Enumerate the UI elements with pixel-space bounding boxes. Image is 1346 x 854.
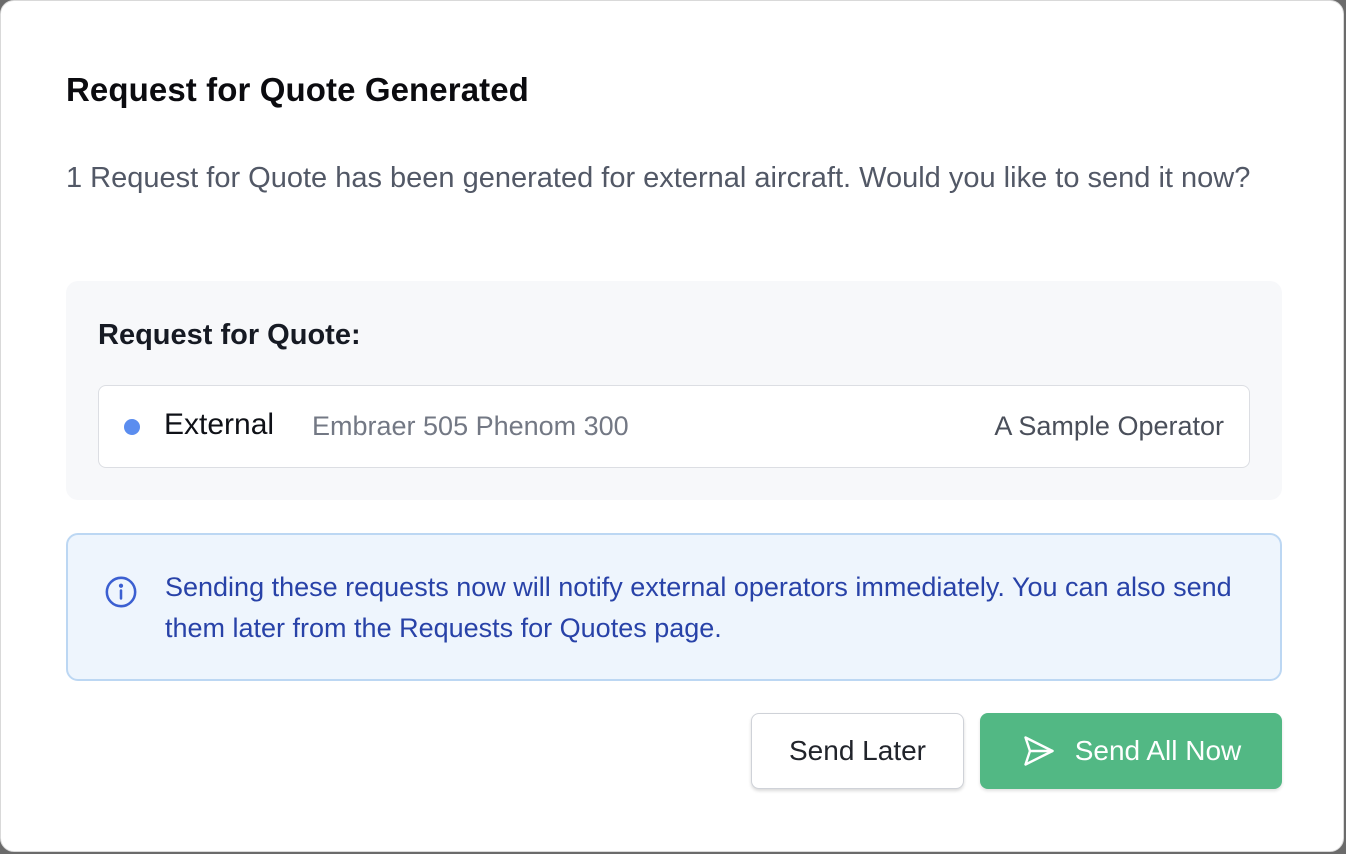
rfq-panel: Request for Quote: External Embraer 505 … xyxy=(66,281,1282,500)
info-notice-text: Sending these requests now will notify e… xyxy=(165,572,1232,643)
send-all-now-label: Send All Now xyxy=(1074,735,1242,766)
rfq-item-aircraft: Embraer 505 Phenom 300 xyxy=(312,411,629,441)
dialog-title: Request for Quote Generated xyxy=(66,71,529,108)
dialog-description: 1 Request for Quote has been generated f… xyxy=(66,162,1251,194)
send-later-label: Send Later xyxy=(789,735,926,766)
info-notice: Sending these requests now will notify e… xyxy=(66,533,1282,681)
status-dot-icon xyxy=(124,419,140,435)
info-icon xyxy=(104,575,138,609)
rfq-generated-dialog: Request for Quote Generated 1 Request fo… xyxy=(0,0,1344,852)
rfq-list-item: External Embraer 505 Phenom 300 A Sample… xyxy=(98,385,1250,468)
send-icon xyxy=(1021,733,1057,769)
send-later-button[interactable]: Send Later xyxy=(751,713,964,789)
send-all-now-button[interactable]: Send All Now xyxy=(980,713,1282,789)
rfq-item-type: External xyxy=(164,408,275,441)
rfq-item-operator: A Sample Operator xyxy=(994,411,1224,441)
rfq-panel-heading: Request for Quote: xyxy=(98,319,361,351)
